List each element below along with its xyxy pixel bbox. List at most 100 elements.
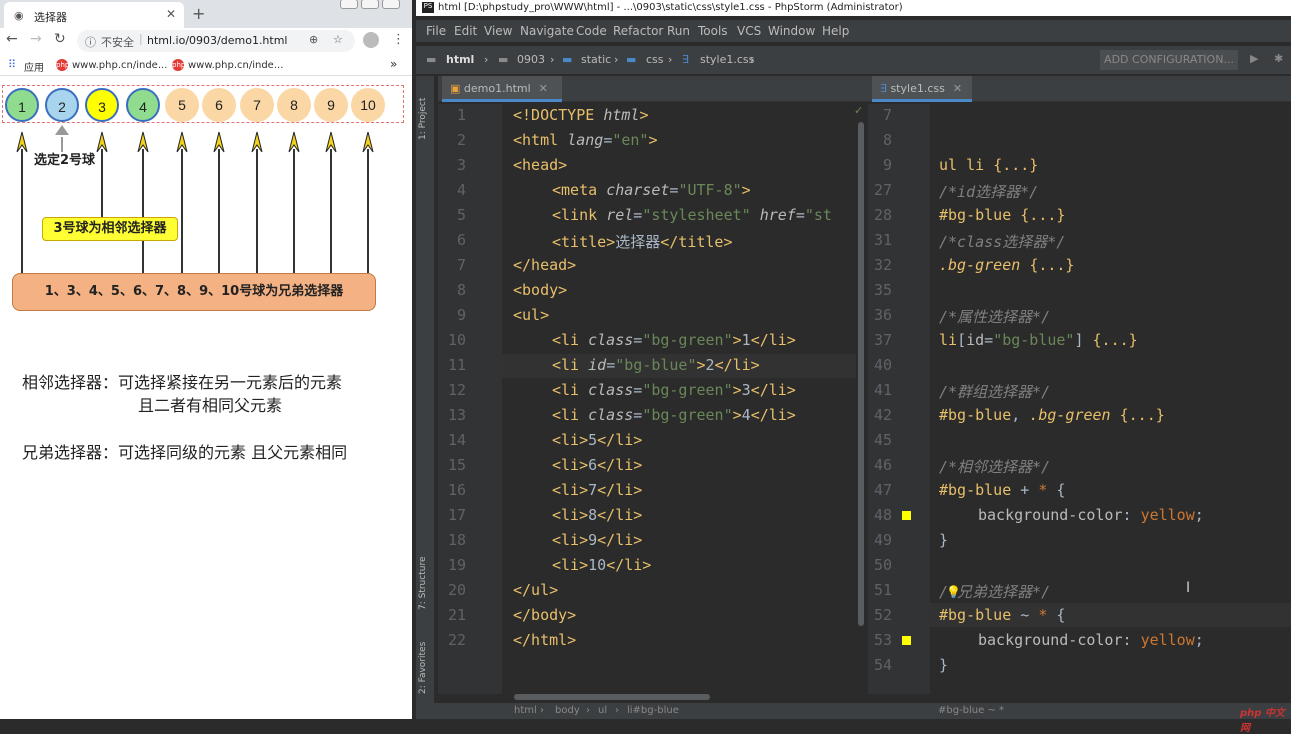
code-line[interactable]: </head> [513,256,576,274]
add-configuration-button[interactable]: ADD CONFIGURATION... [1100,50,1238,70]
close-window-icon[interactable] [382,0,400,9]
code-line[interactable]: /*群组选择器*/ [939,381,1050,402]
maximize-icon[interactable] [361,0,379,9]
code-line[interactable]: <li class="bg-green">3</li> [552,381,796,399]
menu-refactor[interactable]: Refactor [613,24,663,38]
html-hscrollbar[interactable] [514,694,710,700]
run-icon[interactable]: ▶ [1250,52,1258,65]
line-number: 1 [456,106,466,124]
code-line[interactable]: /*属性选择器*/ [939,306,1050,327]
browser-menu-icon[interactable]: ⋮ [392,32,405,47]
reload-icon[interactable]: ↻ [54,31,66,47]
code-line[interactable]: } [939,656,948,674]
profile-avatar[interactable] [363,32,379,48]
code-line[interactable]: /*id选择器*/ [939,181,1038,202]
code-line[interactable]: </html> [513,631,576,649]
breadcrumb-html[interactable]: html [446,53,474,66]
breadcrumb-static[interactable]: static [581,53,611,66]
code-line[interactable]: #bg-blue {...} [939,206,1065,224]
menu-tools[interactable]: Tools [698,24,728,38]
breadcrumb-style1[interactable]: style1.css [700,53,754,66]
browser-window: ◉ 选择器 ✕ + ← → ↻ ⓘ 不安全 | html.io/0903/dem… [0,0,412,719]
more-bookmarks-icon[interactable]: » [390,57,397,71]
code-line[interactable]: ul li {...} [939,156,1038,174]
code-line[interactable]: <li class="bg-green">4</li> [552,406,796,424]
close-tab-icon[interactable]: ✕ [539,82,548,95]
status-crumb-html[interactable]: html [514,705,537,716]
code-line[interactable]: #bg-blue ~ * { [939,606,1065,624]
apps-label[interactable]: 应用 [24,59,44,74]
code-line[interactable]: /*相邻选择器*/ [939,456,1050,477]
breadcrumb-0903[interactable]: 0903 [517,53,545,66]
code-line[interactable]: <meta charset="UTF-8"> [552,181,751,199]
favorites-panel-tab[interactable]: 2: Favorites [418,642,428,694]
menu-vcs[interactable]: VCS [737,24,761,38]
code-line[interactable]: <ul> [513,306,549,324]
address-bar[interactable]: ⓘ 不安全 | html.io/0903/demo1.html ⊕ ☆ [77,30,355,52]
line-number: 47 [873,481,892,499]
code-line[interactable]: .bg-green {...} [939,256,1074,274]
line-number: 5 [456,206,466,224]
code-line[interactable]: <title>选择器</title> [552,231,732,252]
code-line[interactable]: } [939,531,948,549]
code-line[interactable]: <li>8</li> [552,506,642,524]
folder-icon: ▬ [498,53,509,66]
code-line[interactable]: <link rel="stylesheet" href="st [552,206,832,224]
code-line[interactable]: <li>9</li> [552,531,642,549]
new-tab-icon[interactable]: + [192,4,205,23]
code-line[interactable]: <li>5</li> [552,431,642,449]
bookmark-star-icon[interactable]: ☆ [333,33,343,46]
info-icon[interactable]: ⓘ [85,34,96,50]
close-tab-icon[interactable]: ✕ [953,82,962,95]
code-line[interactable]: </body> [513,606,576,624]
line-number: 8 [882,131,892,149]
code-line[interactable]: <head> [513,156,567,174]
tab-style1-css[interactable]: ∃ style1.css ✕ [872,76,972,102]
code-line[interactable]: <html lang="en"> [513,131,658,149]
menu-window[interactable]: Window [768,24,815,38]
code-line[interactable]: </ul> [513,581,558,599]
bookmark-2[interactable]: php www.php.cn/inde... [172,59,283,71]
lightbulb-icon[interactable]: 💡 [946,585,961,599]
menu-help[interactable]: Help [822,24,849,38]
status-crumb-li[interactable]: li#bg-blue [627,705,679,716]
adjacent-description: 相邻选择器：可选择紧接在另一元素后的元素 [22,373,343,392]
url-text[interactable]: html.io/0903/demo1.html [147,34,288,47]
line-number: 11 [447,356,466,374]
code-line[interactable]: <li>10</li> [552,556,651,574]
gear-icon[interactable]: ✱ [1274,52,1283,65]
code-line[interactable]: <li class="bg-green">1</li> [552,331,796,349]
code-line[interactable]: <body> [513,281,567,299]
menu-run[interactable]: Run [667,24,690,38]
menu-file[interactable]: File [426,24,446,38]
line-number: 6 [456,231,466,249]
minimize-icon[interactable] [340,0,358,9]
zoom-icon[interactable]: ⊕ [309,33,318,46]
tab-demo1-html[interactable]: ▣ demo1.html ✕ [442,76,562,102]
code-line[interactable]: li[id="bg-blue"] {...} [939,331,1138,349]
code-line[interactable]: <li>7</li> [552,481,642,499]
line-number: 2 [456,131,466,149]
apps-grid-icon[interactable]: ⠿ [8,58,16,71]
menu-code[interactable]: Code [576,24,607,38]
code-line[interactable]: <li id="bg-blue">2</li> [552,356,760,374]
code-line[interactable]: /*class选择器*/ [939,231,1065,252]
code-line[interactable]: <li>6</li> [552,456,642,474]
back-icon[interactable]: ← [6,31,18,47]
bookmark-1[interactable]: php www.php.cn/inde... [56,59,167,71]
code-line[interactable]: background-color: yellow; [978,506,1204,524]
code-line[interactable]: <!DOCTYPE html> [513,106,648,124]
menu-view[interactable]: View [484,24,512,38]
menu-edit[interactable]: Edit [454,24,477,38]
forward-icon[interactable]: → [30,31,42,47]
breadcrumb-css[interactable]: css [646,53,664,66]
menu-navigate[interactable]: Navigate [520,24,574,38]
code-line[interactable]: #bg-blue + * { [939,481,1065,499]
line-number: 50 [873,556,892,574]
browser-tab[interactable]: ◉ 选择器 ✕ [4,2,184,28]
status-crumb-ul[interactable]: ul [598,705,607,716]
code-line[interactable]: background-color: yellow; [978,631,1204,649]
status-crumb-body[interactable]: body [555,705,580,716]
code-line[interactable]: #bg-blue, .bg-green {...} [939,406,1165,424]
close-tab-icon[interactable]: ✕ [166,7,176,21]
